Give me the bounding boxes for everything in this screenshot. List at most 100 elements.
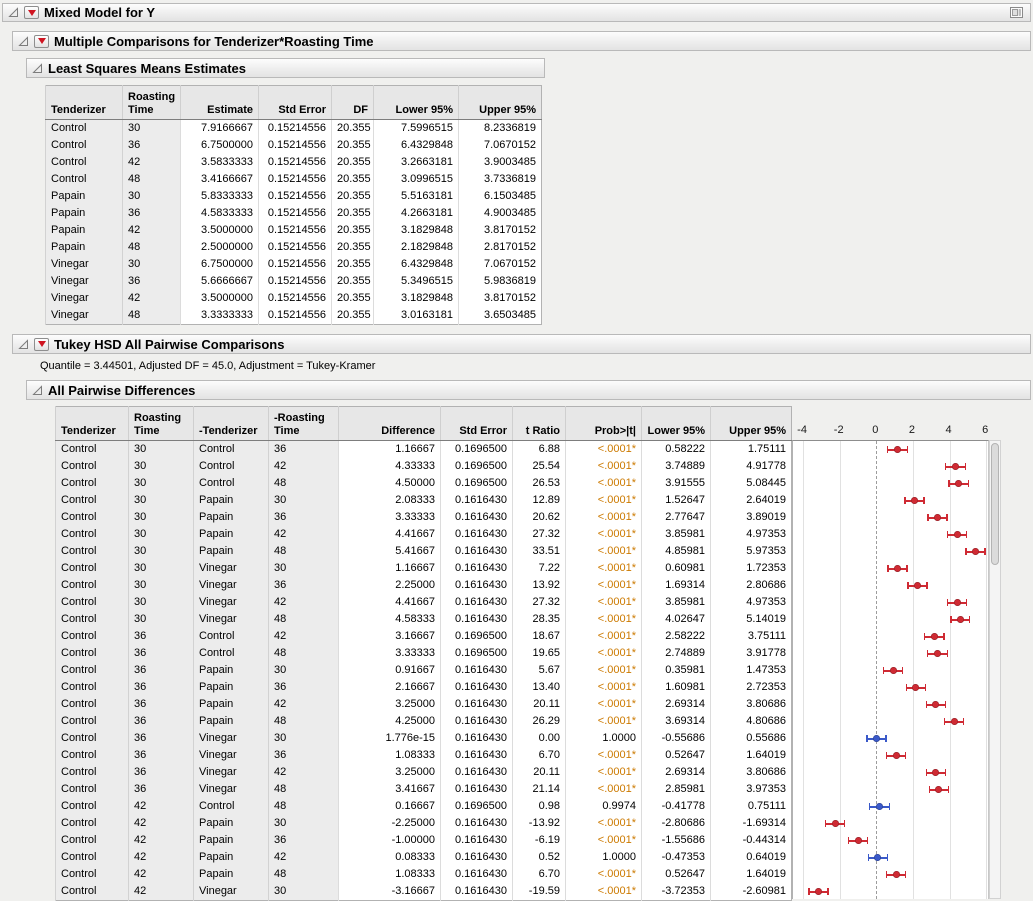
difference-marker[interactable] xyxy=(912,684,919,691)
difference-marker[interactable] xyxy=(911,497,918,504)
table-row[interactable]: Control30Vinegar362.250000.161643013.92<… xyxy=(56,577,792,594)
table-row[interactable]: Control30Papain485.416670.161643033.51<.… xyxy=(56,543,792,560)
table-row[interactable]: Control30Papain424.416670.161643027.32<.… xyxy=(56,526,792,543)
difference-marker[interactable] xyxy=(954,531,961,538)
table-row[interactable]: Control36Control483.333330.169650019.65<… xyxy=(56,645,792,662)
table-row[interactable]: Control30Control424.333330.169650025.54<… xyxy=(56,458,792,475)
outline-header-lsmeans[interactable]: Least Squares Means Estimates xyxy=(26,58,545,78)
table-row[interactable]: Control36Vinegar361.083330.16164306.70<.… xyxy=(56,747,792,764)
table-row[interactable]: Control36Control423.166670.169650018.67<… xyxy=(56,628,792,645)
difference-marker[interactable] xyxy=(932,701,939,708)
window-layout-icon[interactable] xyxy=(1008,5,1025,20)
disclosure-triangle-icon[interactable] xyxy=(18,339,29,350)
table-row[interactable]: Control36Papain423.250000.161643020.11<.… xyxy=(56,696,792,713)
column-header: -Roasting Time xyxy=(269,407,339,441)
difference-marker[interactable] xyxy=(832,820,839,827)
table-cell: 13.92 xyxy=(513,577,566,594)
difference-marker[interactable] xyxy=(893,871,900,878)
table-row[interactable]: Papain364.58333330.1521455620.3554.26631… xyxy=(46,205,542,222)
difference-marker[interactable] xyxy=(874,854,881,861)
table-row[interactable]: Control30Control361.166670.16965006.88<.… xyxy=(56,441,792,459)
table-row[interactable]: Vinegar306.75000000.1521455620.3556.4329… xyxy=(46,256,542,273)
table-cell: 0.1616430 xyxy=(441,526,513,543)
table-row[interactable]: Control30Control484.500000.169650026.53<… xyxy=(56,475,792,492)
table-row[interactable]: Control36Papain362.166670.161643013.40<.… xyxy=(56,679,792,696)
difference-marker[interactable] xyxy=(934,650,941,657)
table-cell: 36 xyxy=(269,441,339,459)
table-row[interactable]: Vinegar365.66666670.1521455620.3555.3496… xyxy=(46,273,542,290)
table-cell: Vinegar xyxy=(46,290,123,307)
difference-marker[interactable] xyxy=(914,582,921,589)
table-cell: 42 xyxy=(129,798,194,815)
table-cell: 3.89019 xyxy=(711,509,792,526)
table-row[interactable]: Papain482.50000000.1521455620.3552.18298… xyxy=(46,239,542,256)
table-cell: 48 xyxy=(269,645,339,662)
ci-cap xyxy=(869,803,871,810)
table-row[interactable]: Control36Vinegar483.416670.161643021.14<… xyxy=(56,781,792,798)
table-cell: 21.14 xyxy=(513,781,566,798)
table-row[interactable]: Control42Papain481.083330.16164306.70<.0… xyxy=(56,866,792,883)
table-row[interactable]: Control423.58333330.1521455620.3553.2663… xyxy=(46,154,542,171)
outline-header-mixed-model[interactable]: Mixed Model for Y xyxy=(2,3,1031,22)
disclosure-triangle-icon[interactable] xyxy=(32,63,43,74)
table-row[interactable]: Control42Papain420.083330.16164300.521.0… xyxy=(56,849,792,866)
table-row[interactable]: Papain305.83333330.1521455620.3555.51631… xyxy=(46,188,542,205)
table-row[interactable]: Control36Papain484.250000.161643026.29<.… xyxy=(56,713,792,730)
table-row[interactable]: Control30Vinegar484.583330.161643028.35<… xyxy=(56,611,792,628)
difference-marker[interactable] xyxy=(972,548,979,555)
difference-marker[interactable] xyxy=(952,463,959,470)
plot-area[interactable] xyxy=(792,440,989,899)
outline-header-multiple-comparisons[interactable]: Multiple Comparisons for Tenderizer*Roas… xyxy=(12,31,1031,51)
difference-marker[interactable] xyxy=(955,480,962,487)
difference-marker[interactable] xyxy=(873,735,880,742)
table-row[interactable]: Vinegar483.33333330.1521455620.3553.0163… xyxy=(46,307,542,325)
difference-marker[interactable] xyxy=(954,599,961,606)
table-row[interactable]: Vinegar423.50000000.1521455620.3553.1829… xyxy=(46,290,542,307)
table-cell: Control xyxy=(56,849,129,866)
axis-tick-label: 4 xyxy=(945,424,951,436)
difference-marker[interactable] xyxy=(894,565,901,572)
difference-marker[interactable] xyxy=(951,718,958,725)
ci-cap xyxy=(929,786,931,793)
table-row[interactable]: Control36Vinegar423.250000.161643020.11<… xyxy=(56,764,792,781)
red-triangle-menu-button[interactable] xyxy=(34,35,49,48)
difference-marker[interactable] xyxy=(815,888,822,895)
red-triangle-menu-button[interactable] xyxy=(24,6,39,19)
table-row[interactable]: Control307.91666670.1521455620.3557.5996… xyxy=(46,120,542,138)
table-cell: -0.55686 xyxy=(642,730,711,747)
difference-marker[interactable] xyxy=(931,633,938,640)
table-row[interactable]: Control36Vinegar301.776e-150.16164300.00… xyxy=(56,730,792,747)
outline-header-tukey-hsd[interactable]: Tukey HSD All Pairwise Comparisons xyxy=(12,334,1031,354)
vertical-scrollbar[interactable] xyxy=(989,440,1001,899)
table-row[interactable]: Papain423.50000000.1521455620.3553.18298… xyxy=(46,222,542,239)
table-row[interactable]: Control36Papain300.916670.16164305.67<.0… xyxy=(56,662,792,679)
table-cell: 42 xyxy=(269,696,339,713)
difference-marker[interactable] xyxy=(855,837,862,844)
scrollbar-thumb[interactable] xyxy=(991,443,999,565)
red-triangle-menu-button[interactable] xyxy=(34,338,49,351)
difference-marker[interactable] xyxy=(957,616,964,623)
table-row[interactable]: Control42Vinegar30-3.166670.1616430-19.5… xyxy=(56,883,792,901)
table-row[interactable]: Control42Control480.166670.16965000.980.… xyxy=(56,798,792,815)
difference-marker[interactable] xyxy=(890,667,897,674)
table-row[interactable]: Control30Vinegar301.166670.16164307.22<.… xyxy=(56,560,792,577)
difference-marker[interactable] xyxy=(876,803,883,810)
table-row[interactable]: Control30Papain363.333330.161643020.62<.… xyxy=(56,509,792,526)
table-row[interactable]: Control30Papain302.083330.161643012.89<.… xyxy=(56,492,792,509)
table-row[interactable]: Control42Papain36-1.000000.1616430-6.19<… xyxy=(56,832,792,849)
table-row[interactable]: Control483.41666670.1521455620.3553.0996… xyxy=(46,171,542,188)
table-row[interactable]: Control366.75000000.1521455620.3556.4329… xyxy=(46,137,542,154)
disclosure-triangle-icon[interactable] xyxy=(8,7,19,18)
disclosure-triangle-icon[interactable] xyxy=(32,385,43,396)
difference-marker[interactable] xyxy=(932,769,939,776)
difference-marker[interactable] xyxy=(894,446,901,453)
difference-marker[interactable] xyxy=(934,514,941,521)
outline-header-all-pairwise-differences[interactable]: All Pairwise Differences xyxy=(26,380,1031,400)
table-cell: 0.1696500 xyxy=(441,441,513,459)
difference-marker[interactable] xyxy=(893,752,900,759)
table-row[interactable]: Control42Papain30-2.250000.1616430-13.92… xyxy=(56,815,792,832)
disclosure-triangle-icon[interactable] xyxy=(18,36,29,47)
ci-cap xyxy=(844,820,846,827)
table-row[interactable]: Control30Vinegar424.416670.161643027.32<… xyxy=(56,594,792,611)
difference-marker[interactable] xyxy=(935,786,942,793)
